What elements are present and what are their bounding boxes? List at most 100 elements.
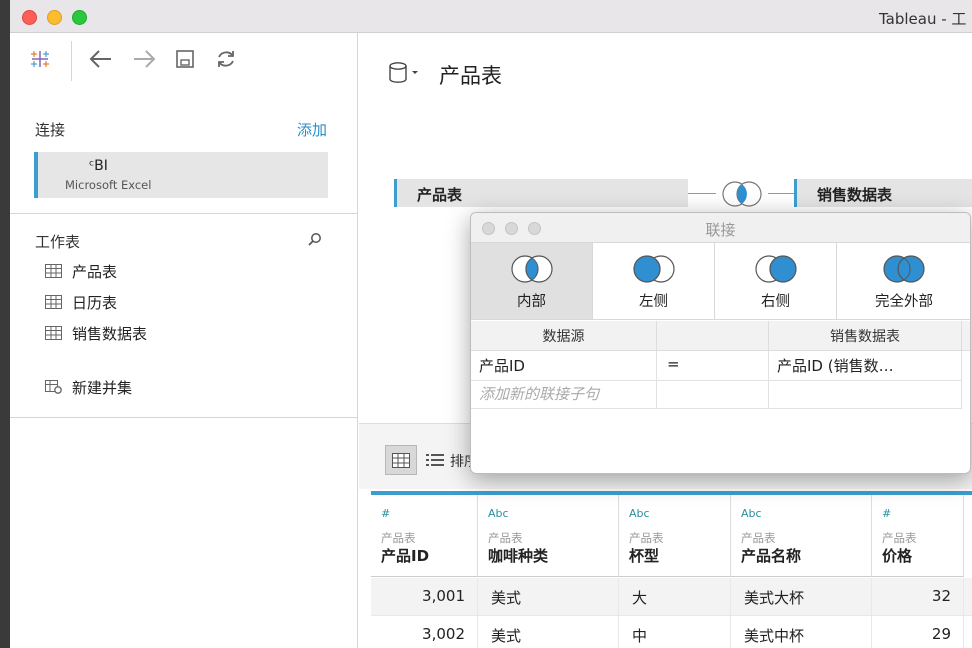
grid-view-icon[interactable] bbox=[385, 445, 417, 475]
cell: 美式 bbox=[478, 616, 619, 648]
connection-type: Microsoft Excel bbox=[65, 178, 152, 192]
join-dialog: 联接 内部 左侧 右侧 完全外部 数据源 销售数据表 产品ID = 产品ID (… bbox=[470, 212, 971, 474]
right-join-icon bbox=[755, 255, 797, 283]
column-source: 产品表 bbox=[488, 531, 523, 545]
clause-header-left: 数据源 bbox=[471, 321, 657, 351]
dialog-title: 联接 bbox=[705, 221, 736, 239]
join-type-label: 右侧 bbox=[761, 294, 790, 310]
text-type-icon: Abc bbox=[488, 507, 509, 520]
table-icon bbox=[45, 295, 62, 309]
title-bar: Tableau - 工 bbox=[10, 0, 972, 33]
join-line bbox=[768, 193, 794, 194]
cell: 美式 bbox=[478, 578, 619, 616]
left-join-icon bbox=[633, 255, 675, 283]
column-source: 产品表 bbox=[629, 531, 664, 545]
refresh-icon[interactable] bbox=[212, 45, 240, 73]
cell: 中 bbox=[619, 616, 731, 648]
sheet-label: 销售数据表 bbox=[72, 324, 148, 343]
connection-item[interactable]: ᶜBI Microsoft Excel bbox=[34, 152, 328, 198]
search-icon[interactable] bbox=[307, 232, 322, 251]
new-union-item[interactable]: 新建并集 bbox=[45, 376, 132, 398]
cell: 大 bbox=[619, 578, 731, 616]
table-icon bbox=[45, 264, 62, 278]
number-type-icon: # bbox=[882, 507, 892, 520]
clause-right-field[interactable]: 产品ID (销售数… bbox=[769, 351, 962, 381]
cell: 32 bbox=[872, 578, 964, 616]
dialog-title-bar[interactable]: 联接 bbox=[471, 213, 970, 243]
column-header[interactable]: Abc 产品表 杯型 bbox=[619, 495, 731, 577]
add-connection-link[interactable]: 添加 bbox=[297, 119, 327, 140]
pane-divider bbox=[10, 417, 358, 418]
join-type-full-outer[interactable]: 完全外部 bbox=[837, 243, 970, 320]
inner-join-icon bbox=[511, 255, 553, 283]
right-table-bar[interactable]: 销售数据表 bbox=[794, 179, 972, 207]
close-window-button[interactable] bbox=[22, 10, 37, 25]
connections-title: 连接 bbox=[35, 121, 66, 139]
arrow-right-icon[interactable] bbox=[130, 45, 158, 73]
database-icon[interactable] bbox=[388, 61, 422, 89]
column-header[interactable]: # 产品表 产品ID bbox=[371, 495, 478, 577]
data-grid: # 产品表 产品ID Abc 产品表 咖啡种类 Abc 产品表 杯型 Abc 产… bbox=[359, 489, 972, 648]
add-join-clause[interactable]: 添加新的联接子句 bbox=[471, 381, 657, 409]
sheets-title: 工作表 bbox=[35, 233, 81, 251]
column-header[interactable]: Abc 产品表 咖啡种类 bbox=[478, 495, 619, 577]
cell: 3,002 bbox=[371, 616, 478, 648]
column-name: 产品ID bbox=[381, 547, 430, 565]
column-source: 产品表 bbox=[741, 531, 776, 545]
column-name: 价格 bbox=[882, 547, 913, 565]
empty-cell bbox=[769, 381, 962, 409]
join-type-inner[interactable]: 内部 bbox=[471, 243, 593, 320]
pane-divider bbox=[10, 213, 358, 214]
datasource-name[interactable]: 产品表 bbox=[439, 60, 502, 90]
column-source: 产品表 bbox=[882, 531, 917, 545]
cell: 3,001 bbox=[371, 578, 478, 616]
empty-cell bbox=[657, 381, 769, 409]
tableau-logo-icon[interactable] bbox=[26, 45, 54, 73]
full-outer-join-icon bbox=[883, 255, 925, 283]
column-source: 产品表 bbox=[381, 531, 416, 545]
column-name: 杯型 bbox=[629, 547, 660, 565]
new-union-label: 新建并集 bbox=[72, 378, 133, 397]
connection-name: ᶜBI bbox=[89, 158, 108, 174]
toolbar-divider bbox=[71, 41, 72, 81]
sheet-item[interactable]: 销售数据表 bbox=[45, 322, 147, 344]
clause-header-operator bbox=[657, 321, 769, 351]
clause-left-field[interactable]: 产品ID bbox=[471, 351, 657, 381]
union-gear-icon bbox=[45, 380, 62, 394]
sheet-item[interactable]: 产品表 bbox=[45, 260, 117, 282]
column-header[interactable]: Abc 产品表 产品名称 bbox=[731, 495, 872, 577]
join-line bbox=[688, 193, 716, 194]
column-name: 咖啡种类 bbox=[488, 547, 549, 565]
join-type-label: 左侧 bbox=[639, 294, 668, 310]
minimize-window-button[interactable] bbox=[47, 10, 62, 25]
sheet-item[interactable]: 日历表 bbox=[45, 291, 117, 313]
cell: 美式大杯 bbox=[731, 578, 872, 616]
zoom-window-button[interactable] bbox=[72, 10, 87, 25]
inner-join-icon[interactable] bbox=[716, 179, 768, 213]
cell: 29 bbox=[872, 616, 964, 648]
clause-operator[interactable]: = bbox=[657, 351, 769, 381]
clause-header-filler bbox=[962, 321, 970, 351]
save-icon[interactable] bbox=[171, 45, 199, 73]
sheet-label: 日历表 bbox=[72, 293, 118, 312]
table-icon bbox=[45, 326, 62, 340]
join-type-label: 完全外部 bbox=[875, 294, 933, 310]
text-type-icon: Abc bbox=[629, 507, 650, 520]
table-row: 3,001 美式 大 美式大杯 32 bbox=[371, 578, 972, 616]
cell: 美式中杯 bbox=[731, 616, 872, 648]
arrow-left-icon[interactable] bbox=[87, 45, 115, 73]
clause-header-right: 销售数据表 bbox=[769, 321, 962, 351]
table-row: 3,002 美式 中 美式中杯 29 bbox=[371, 616, 972, 648]
number-type-icon: # bbox=[381, 507, 391, 520]
join-type-label: 内部 bbox=[517, 294, 546, 310]
join-type-right[interactable]: 右侧 bbox=[715, 243, 837, 320]
left-pane: 连接 添加 ᶜBI Microsoft Excel 工作表 产品表 日历表 销售… bbox=[10, 33, 358, 648]
column-name: 产品名称 bbox=[741, 547, 802, 565]
list-view-icon[interactable] bbox=[419, 445, 451, 475]
sheet-label: 产品表 bbox=[72, 262, 118, 281]
window-title: Tableau - 工 bbox=[879, 10, 967, 28]
column-header[interactable]: # 产品表 价格 bbox=[872, 495, 964, 577]
text-type-icon: Abc bbox=[741, 507, 762, 520]
left-table-bar[interactable]: 产品表 bbox=[394, 179, 688, 207]
join-type-left[interactable]: 左侧 bbox=[593, 243, 715, 320]
